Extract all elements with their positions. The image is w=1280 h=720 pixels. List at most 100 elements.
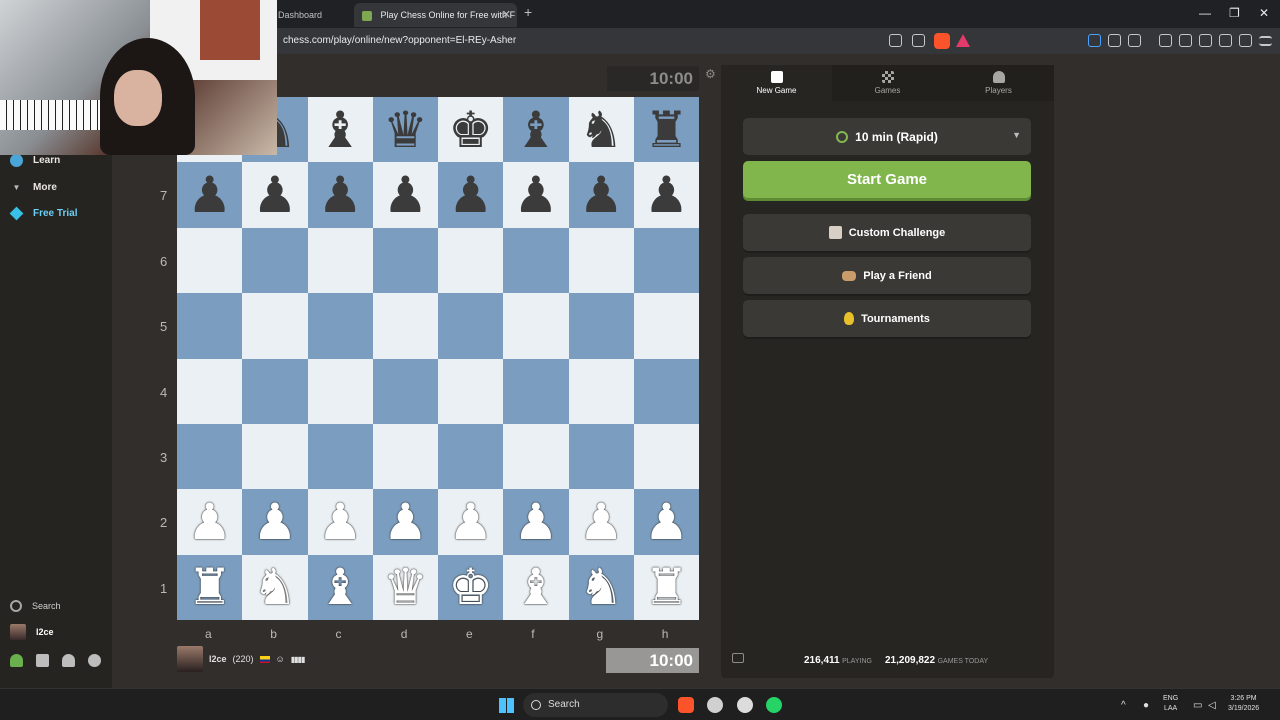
square-e3[interactable] [438, 423, 504, 490]
square-a6[interactable] [177, 227, 243, 294]
black-pawn-icon[interactable]: ♟ [513, 170, 558, 220]
square-h3[interactable] [633, 423, 699, 490]
square-g5[interactable] [568, 293, 634, 359]
square-c7[interactable]: ♟ [307, 162, 373, 228]
square-d2[interactable]: ♟ [372, 489, 438, 555]
black-pawn-icon[interactable]: ♟ [252, 170, 297, 220]
clock-date[interactable]: 3:26 PM 3/19/2026 [1228, 694, 1259, 714]
square-f8[interactable]: ♝ [503, 97, 569, 163]
square-b4[interactable] [242, 358, 308, 424]
square-f1[interactable]: ♝ [503, 554, 569, 620]
square-h6[interactable] [633, 227, 699, 294]
square-b2[interactable]: ♟ [242, 489, 308, 555]
black-bishop-icon[interactable]: ♝ [513, 105, 558, 155]
brave-shields-icon[interactable] [934, 33, 950, 49]
square-c5[interactable] [307, 293, 373, 359]
tab-play-chess[interactable]: Play Chess Online for Free with F ✕ [354, 3, 517, 27]
tab-games[interactable]: Games [832, 65, 943, 101]
square-c6[interactable] [307, 227, 373, 294]
square-e8[interactable]: ♚ [438, 97, 504, 163]
minimize-button[interactable]: — [1199, 6, 1211, 20]
white-pawn-icon[interactable]: ♟ [644, 497, 689, 547]
square-g8[interactable]: ♞ [568, 97, 634, 163]
square-h1[interactable]: ♜ [633, 554, 699, 620]
square-b7[interactable]: ♟ [242, 162, 308, 228]
black-pawn-icon[interactable]: ♟ [448, 170, 493, 220]
friends-icon[interactable] [10, 654, 23, 667]
square-d4[interactable] [372, 358, 438, 424]
square-d1[interactable]: ♛ [372, 554, 438, 620]
obs-icon[interactable] [737, 697, 753, 713]
black-pawn-icon[interactable]: ♟ [579, 170, 624, 220]
sidebar-item-learn[interactable]: Learn [10, 154, 60, 167]
extensions-icon[interactable] [1108, 34, 1121, 47]
audio-icon[interactable] [1088, 34, 1101, 47]
black-pawn-icon[interactable]: ♟ [644, 170, 689, 220]
start-game-button[interactable]: Start Game [743, 161, 1031, 198]
tournaments-button[interactable]: Tournaments [743, 300, 1031, 337]
player-name[interactable]: l2ce [209, 654, 227, 664]
tab-new-game[interactable]: New Game [721, 65, 832, 101]
black-bishop-icon[interactable]: ♝ [318, 105, 363, 155]
white-rook-icon[interactable]: ♜ [187, 562, 232, 612]
taskbar-search[interactable]: Search [523, 693, 668, 717]
square-g2[interactable]: ♟ [568, 489, 634, 555]
square-a5[interactable] [177, 293, 243, 359]
square-a1[interactable]: ♜ [177, 554, 243, 620]
square-c2[interactable]: ♟ [307, 489, 373, 555]
share-icon[interactable] [912, 34, 925, 47]
brave-wallet-icon[interactable] [1199, 34, 1212, 47]
white-pawn-icon[interactable]: ♟ [579, 497, 624, 547]
volume-icon[interactable]: ◁ [1208, 700, 1216, 711]
square-e5[interactable] [438, 293, 504, 359]
sidebar-item-free-trial[interactable]: Free Trial [9, 206, 77, 221]
maximize-button[interactable]: ❐ [1229, 6, 1240, 20]
square-h4[interactable] [633, 358, 699, 424]
microphone-icon[interactable]: ● [1143, 700, 1149, 711]
black-pawn-icon[interactable]: ♟ [187, 170, 232, 220]
custom-challenge-button[interactable]: Custom Challenge [743, 214, 1031, 251]
whatsapp-icon[interactable] [766, 697, 782, 713]
play-a-friend-button[interactable]: Play a Friend [743, 257, 1031, 294]
square-c4[interactable] [307, 358, 373, 424]
square-g7[interactable]: ♟ [568, 162, 634, 228]
close-window-button[interactable]: ✕ [1259, 6, 1269, 20]
white-bishop-icon[interactable]: ♝ [513, 562, 558, 612]
network-icon[interactable]: ▭ [1193, 700, 1202, 711]
square-a3[interactable] [177, 423, 243, 490]
square-c3[interactable] [307, 423, 373, 490]
chess-board[interactable]: ♜♞♝♛♚♝♞♜♟♟♟♟♟♟♟♟♟♟♟♟♟♟♟♟♜♞♝♛♚♝♞♜ [177, 97, 699, 620]
square-d8[interactable]: ♛ [372, 97, 438, 163]
square-b1[interactable]: ♞ [242, 554, 308, 620]
white-pawn-icon[interactable]: ♟ [383, 497, 428, 547]
player-avatar[interactable] [177, 646, 203, 672]
white-pawn-icon[interactable]: ♟ [252, 497, 297, 547]
new-tab-button[interactable]: + [524, 4, 532, 20]
white-king-icon[interactable]: ♚ [448, 562, 493, 612]
time-control-select[interactable]: 10 min (Rapid) ▼ [743, 118, 1031, 155]
square-e6[interactable] [438, 227, 504, 294]
sidebar-toggle-icon[interactable] [1179, 34, 1192, 47]
brave-rewards-icon[interactable] [956, 34, 970, 47]
tab-dashboard[interactable]: Dashboard [270, 3, 352, 27]
brave-browser-icon[interactable] [678, 697, 694, 713]
white-knight-icon[interactable]: ♞ [252, 562, 297, 612]
white-pawn-icon[interactable]: ♟ [448, 497, 493, 547]
square-g1[interactable]: ♞ [568, 554, 634, 620]
square-f2[interactable]: ♟ [503, 489, 569, 555]
white-queen-icon[interactable]: ♛ [383, 562, 428, 612]
sidebar-profile[interactable]: l2ce [10, 624, 54, 640]
square-b6[interactable] [242, 227, 308, 294]
music-icon[interactable] [1159, 34, 1172, 47]
square-f3[interactable] [503, 423, 569, 490]
square-c8[interactable]: ♝ [307, 97, 373, 163]
square-h7[interactable]: ♟ [633, 162, 699, 228]
square-f7[interactable]: ♟ [503, 162, 569, 228]
white-pawn-icon[interactable]: ♟ [318, 497, 363, 547]
notifications-icon[interactable] [62, 654, 75, 667]
square-b3[interactable] [242, 423, 308, 490]
url-field[interactable]: chess.com/play/online/new?opponent=El-RE… [283, 35, 516, 46]
square-f5[interactable] [503, 293, 569, 359]
square-b5[interactable] [242, 293, 308, 359]
square-d6[interactable] [372, 227, 438, 294]
